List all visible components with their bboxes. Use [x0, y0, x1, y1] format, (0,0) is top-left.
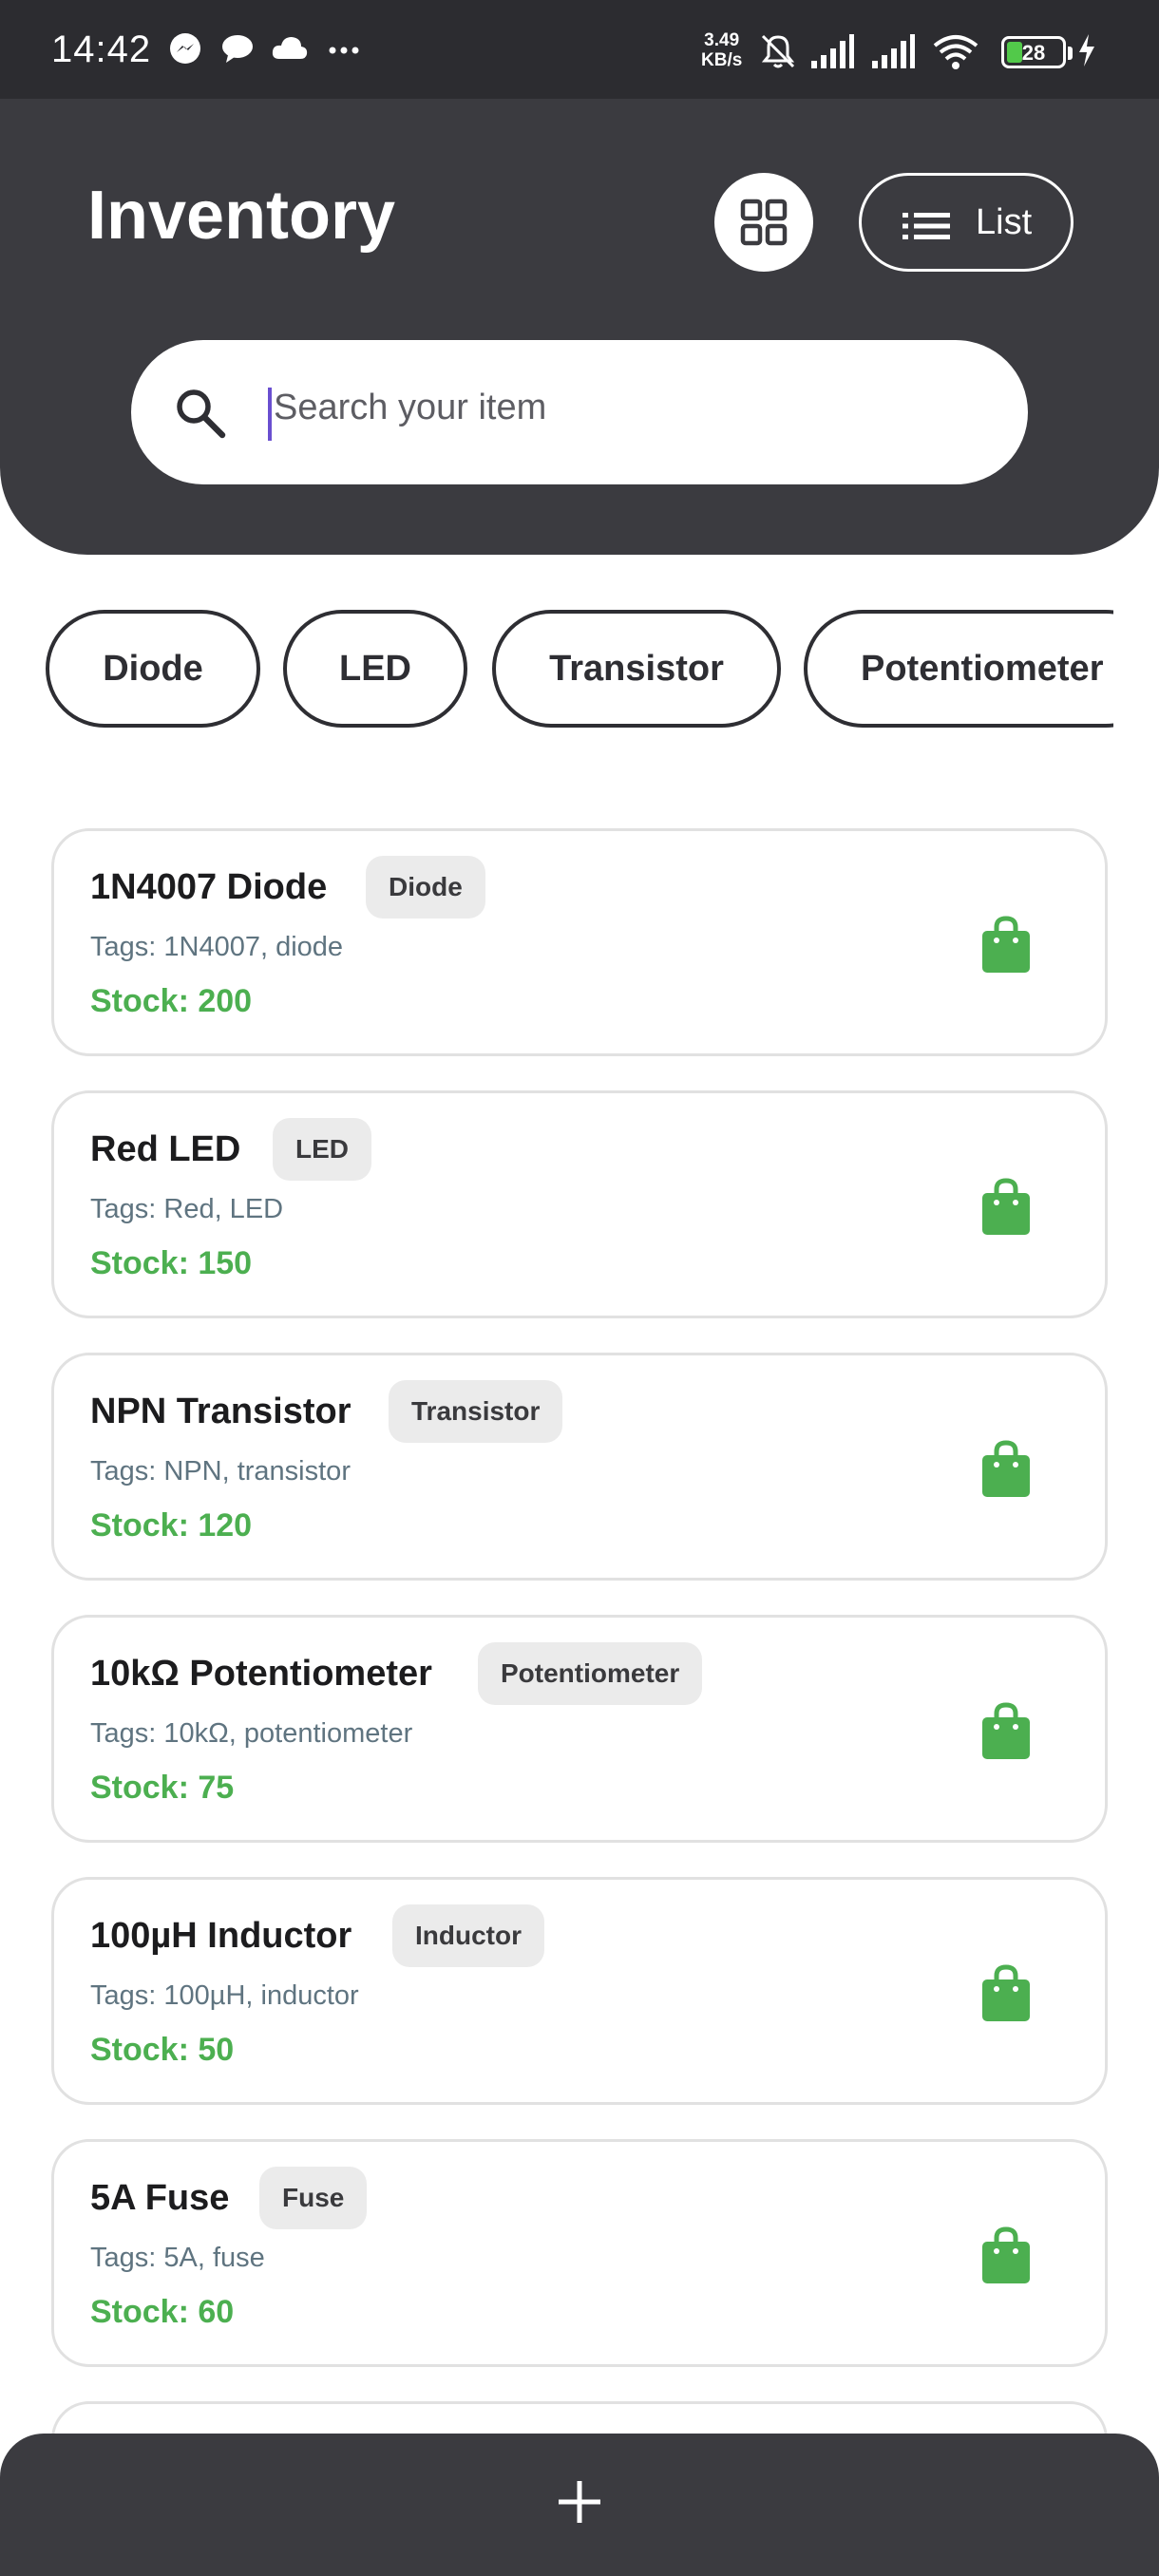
list-view-button[interactable]: List [859, 173, 1074, 272]
chip-potentiometer[interactable]: Potentiometer [804, 610, 1113, 728]
status-time: 14:42 [51, 28, 152, 70]
mute-bell-icon [761, 34, 795, 68]
net-speed-unit: KB/s [701, 50, 743, 70]
chat-icon [222, 35, 253, 63]
item-stock: Stock: 75 [90, 1770, 235, 1806]
item-tags: Tags: 1N4007, diode [90, 932, 344, 962]
page-title: Inventory [87, 178, 396, 254]
item-name: 10kΩ Potentiometer [90, 1654, 432, 1694]
item-tags: Tags: 10kΩ, potentiometer [90, 1718, 413, 1749]
charging-icon [1079, 34, 1094, 66]
net-speed-value: 3.49 [704, 30, 740, 50]
search-icon [177, 389, 226, 439]
item-name: 100µH Inductor [90, 1916, 352, 1956]
item-stock: Stock: 60 [90, 2294, 235, 2330]
grid-view-button[interactable] [714, 173, 813, 272]
item-stock: Stock: 50 [90, 2032, 235, 2068]
search-input[interactable]: Search your item [131, 340, 1028, 484]
item-card[interactable]: Red LED LED Tags: Red, LED Stock: 150 [51, 1090, 1108, 1318]
status-bar: 14:42 3.49 KB/s 28 [0, 0, 1159, 99]
wifi-icon [933, 35, 978, 69]
text-caret [268, 388, 272, 441]
category-badge: Inductor [392, 1904, 544, 1967]
item-tags: Tags: 5A, fuse [90, 2243, 265, 2273]
category-badge: Potentiometer [478, 1642, 703, 1705]
category-filter-bar: Diode LED Transistor Potentiometer [0, 608, 1113, 729]
item-card[interactable]: 1N4007 Diode Diode Tags: 1N4007, diode S… [51, 828, 1108, 1056]
category-badge: Transistor [389, 1380, 563, 1443]
item-card[interactable]: NPN Transistor Transistor Tags: NPN, tra… [51, 1353, 1108, 1581]
item-stock: Stock: 120 [90, 1507, 253, 1544]
list-icon [902, 213, 950, 239]
messenger-icon [170, 33, 200, 64]
category-badge: LED [273, 1118, 371, 1181]
item-card[interactable]: 5A Fuse Fuse Tags: 5A, fuse Stock: 60 [51, 2139, 1108, 2367]
plus-icon[interactable] [559, 2481, 600, 2523]
signal-icon [811, 34, 854, 68]
chip-diode[interactable]: Diode [46, 610, 260, 728]
shopping-bag-icon[interactable] [979, 1177, 1033, 1238]
shopping-bag-icon[interactable] [979, 2226, 1033, 2286]
search-placeholder: Search your item [274, 388, 547, 427]
item-name: 1N4007 Diode [90, 867, 328, 907]
shopping-bag-icon[interactable] [979, 1701, 1033, 1762]
battery-level: 28 [1021, 41, 1046, 65]
battery-indicator: 28 [1001, 36, 1073, 68]
item-card[interactable]: 10kΩ Potentiometer Potentiometer Tags: 1… [51, 1615, 1108, 1843]
shopping-bag-icon[interactable] [979, 915, 1033, 975]
item-name: NPN Transistor [90, 1392, 352, 1431]
grid-icon [740, 199, 788, 246]
category-badge: Diode [366, 856, 485, 919]
shopping-bag-icon[interactable] [979, 1439, 1033, 1500]
chip-led[interactable]: LED [283, 610, 467, 728]
item-card[interactable]: 100µH Inductor Inductor Tags: 100µH, ind… [51, 1877, 1108, 2105]
net-speed: 3.49 KB/s [701, 30, 742, 70]
more-dots-icon [329, 47, 359, 54]
item-tags: Tags: 100µH, inductor [90, 1980, 359, 2011]
category-badge: Fuse [259, 2167, 368, 2229]
item-tags: Tags: NPN, transistor [90, 1456, 351, 1487]
app-header: Inventory List Search your item [0, 99, 1159, 555]
item-stock: Stock: 200 [90, 983, 253, 1019]
cloud-icon [272, 37, 308, 59]
item-tags: Tags: Red, LED [90, 1194, 284, 1224]
item-stock: Stock: 150 [90, 1245, 253, 1281]
shopping-bag-icon[interactable] [979, 1963, 1033, 2024]
list-button-label: List [976, 202, 1033, 242]
bottom-add-bar[interactable] [0, 2434, 1159, 2576]
item-name: 5A Fuse [90, 2178, 230, 2218]
chip-transistor[interactable]: Transistor [492, 610, 781, 728]
item-name: Red LED [90, 1129, 241, 1169]
signal-icon [872, 34, 915, 68]
